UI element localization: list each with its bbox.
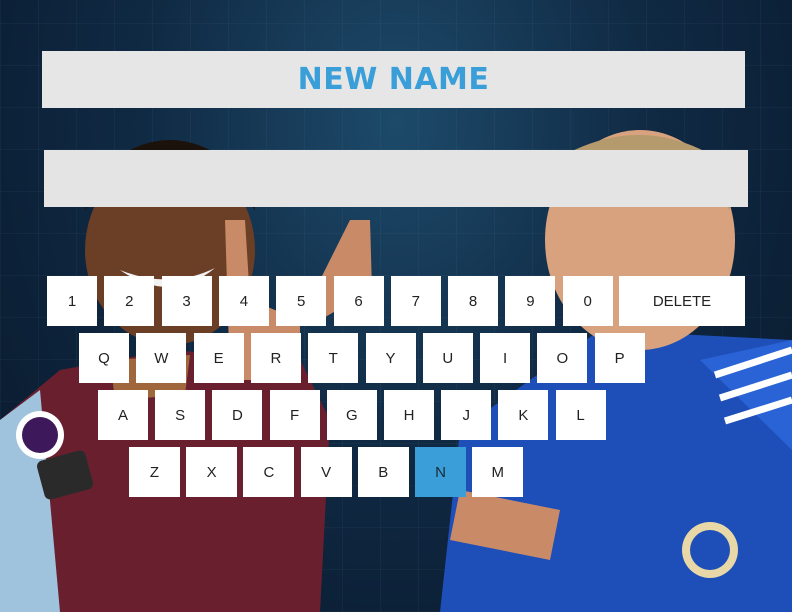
key-4[interactable]: 4 [218, 276, 269, 326]
key-g[interactable]: G [326, 390, 377, 440]
key-9[interactable]: 9 [505, 276, 556, 326]
key-5[interactable]: 5 [276, 276, 327, 326]
key-8[interactable]: 8 [448, 276, 499, 326]
key-i[interactable]: I [480, 333, 531, 383]
title-banner: NEW NAME [42, 51, 745, 108]
key-k[interactable]: K [498, 390, 549, 440]
key-f[interactable]: F [269, 390, 320, 440]
key-p[interactable]: P [594, 333, 645, 383]
key-d[interactable]: D [212, 390, 263, 440]
key-t[interactable]: T [308, 333, 359, 383]
key-s[interactable]: S [155, 390, 206, 440]
key-z[interactable]: Z [129, 447, 180, 497]
key-r[interactable]: R [250, 333, 301, 383]
key-h[interactable]: H [384, 390, 434, 440]
key-delete[interactable]: DELETE [619, 276, 745, 326]
key-3[interactable]: 3 [161, 276, 212, 326]
key-u[interactable]: U [422, 333, 473, 383]
key-2[interactable]: 2 [104, 276, 155, 326]
key-y[interactable]: Y [365, 333, 416, 383]
key-j[interactable]: J [441, 390, 492, 440]
key-e[interactable]: E [193, 333, 244, 383]
key-c[interactable]: C [243, 447, 295, 497]
key-m[interactable]: M [472, 447, 524, 497]
key-v[interactable]: V [300, 447, 352, 497]
key-q[interactable]: Q [79, 333, 129, 383]
key-a[interactable]: A [98, 390, 148, 440]
key-6[interactable]: 6 [333, 276, 384, 326]
key-b[interactable]: B [357, 447, 409, 497]
key-x[interactable]: X [186, 447, 238, 497]
key-w[interactable]: W [136, 333, 187, 383]
key-7[interactable]: 7 [390, 276, 441, 326]
name-input[interactable] [44, 150, 748, 207]
key-0[interactable]: 0 [562, 276, 613, 326]
key-o[interactable]: O [537, 333, 588, 383]
page-title: NEW NAME [297, 62, 490, 97]
key-l[interactable]: L [555, 390, 606, 440]
key-n[interactable]: N [415, 447, 466, 497]
key-1[interactable]: 1 [47, 276, 97, 326]
